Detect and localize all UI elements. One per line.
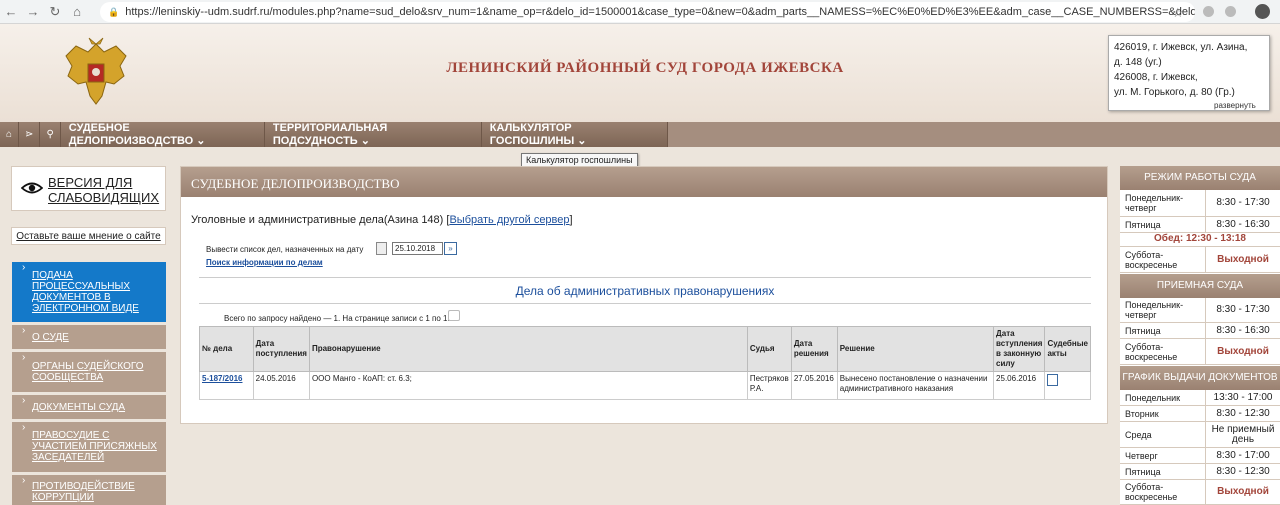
table-header-row: № дела Дата поступления Правонарушение С… — [199, 326, 1091, 372]
extension-icon[interactable] — [1203, 6, 1214, 17]
search-cases-link[interactable]: Поиск информации по делам — [206, 258, 323, 267]
nav-item-fee-calculator[interactable]: КАЛЬКУЛЯТОР ГОСПОШЛИНЫ ⌄ — [482, 122, 668, 147]
menu-item-electronic-filing[interactable]: › ПОДАЧА ПРОЦЕССУАЛЬНЫХ ДОКУМЕНТОВ В ЭЛЕК… — [12, 262, 166, 322]
address-line: 426019, г. Ижевск, ул. Азина, — [1114, 42, 1248, 53]
cell-judge: Пестряков Р.А. — [746, 371, 792, 400]
forward-arrow-icon[interactable]: → — [22, 0, 44, 24]
coat-of-arms-icon — [65, 37, 127, 105]
schedule-row: Пятница 8:30 - 12:30 — [1120, 464, 1280, 480]
menu-item-court-documents[interactable]: › ДОКУМЕНТЫ СУДА — [12, 395, 166, 419]
date-input[interactable]: 25.10.2018 — [392, 242, 443, 255]
chevron-right-icon: › — [22, 395, 26, 406]
results-count: Всего по запросу найдено — 1. На страниц… — [224, 314, 450, 323]
cell-decision-date: 27.05.2016 — [790, 371, 838, 400]
home-icon[interactable]: ⌂ — [0, 122, 20, 147]
work-hours-title: РЕЖИМ РАБОТЫ СУДА — [1120, 166, 1280, 190]
column-header: Судья — [746, 326, 792, 372]
cell-offense: ООО Манго - КоАП: ст. 6.3; — [308, 371, 748, 400]
cell-received-date: 24.05.2016 — [252, 371, 310, 400]
chevron-right-icon: › — [22, 352, 26, 363]
schedule-row: Среда Не приемный день — [1120, 422, 1280, 448]
section-heading: СУДЕБНОЕ ДЕЛОПРОИЗВОДСТВО — [181, 167, 1107, 197]
main-nav: ⌂ ⋗ ⚲ СУДЕБНОЕ ДЕЛОПРОИЗВОДСТВО ⌄ ТЕРРИТ… — [0, 122, 1280, 147]
court-title: ЛЕНИНСКИЙ РАЙОННЫЙ СУД ГОРОДА ИЖЕВСКА — [446, 60, 844, 76]
visually-impaired-link[interactable]: ВЕРСИЯ ДЛЯ СЛАБОВИДЯЩИХ — [48, 175, 159, 205]
profile-icon[interactable] — [1255, 4, 1270, 19]
url-text: https://leninskiy--udm.sudrf.ru/modules.… — [125, 6, 1195, 18]
feedback-link[interactable]: Оставьте ваше мнение о сайте — [11, 227, 166, 245]
schedule-row: Вторник 8:30 - 12:30 — [1120, 406, 1280, 422]
cell-effective-date: 25.06.2016 — [993, 371, 1046, 400]
calendar-icon[interactable] — [376, 242, 387, 255]
left-menu: › ПОДАЧА ПРОЦЕССУАЛЬНЫХ ДОКУМЕНТОВ В ЭЛЕК… — [12, 262, 166, 505]
address-line: ул. М. Горького, д. 80 (Гр.) — [1114, 87, 1235, 98]
cell-case-number: 5-187/2016 — [199, 371, 254, 400]
schedule-row: Суббота-воскресенье Выходной — [1120, 339, 1280, 365]
schedule-row: Понедельник-четверг 8:30 - 17:30 — [1120, 190, 1280, 217]
nav-item-jurisdiction[interactable]: ТЕРРИТОРИАЛЬНАЯ ПОДСУДНОСТЬ ⌄ — [265, 122, 482, 147]
reload-icon[interactable]: ↻ — [44, 0, 66, 24]
search-icon[interactable]: ⚲ — [40, 122, 61, 147]
chevron-right-icon: › — [22, 422, 26, 433]
divider — [199, 277, 1091, 278]
home-icon[interactable]: ⌂ — [66, 0, 88, 24]
schedule-row: Четверг 8:30 - 17:00 — [1120, 448, 1280, 464]
lock-icon: 🔒 — [108, 6, 120, 17]
case-link[interactable]: 5-187/2016 — [202, 374, 242, 383]
column-header: Дата решения — [790, 326, 838, 372]
cases-table: № дела Дата поступления Правонарушение С… — [199, 326, 1091, 400]
cases-section-title: Дела об административных правонарушениях — [515, 284, 775, 298]
schedule-sidebar: РЕЖИМ РАБОТЫ СУДА Понедельник-четверг 8:3… — [1120, 166, 1280, 505]
print-icon[interactable] — [448, 310, 460, 321]
schedule-row: Пятница 8:30 - 16:30 — [1120, 217, 1280, 233]
column-header: № дела — [199, 326, 254, 372]
eye-icon — [21, 182, 43, 194]
change-server-link[interactable]: Выбрать другой сервер — [449, 214, 569, 226]
expand-address-link[interactable]: развернуть — [1210, 101, 1260, 110]
sitemap-icon[interactable]: ⋗ — [19, 122, 41, 147]
schedule-row: Понедельник 13:30 - 17:00 — [1120, 390, 1280, 406]
main-content: СУДЕБНОЕ ДЕЛОПРОИЗВОДСТВО Уголовные и ад… — [180, 166, 1108, 424]
back-arrow-icon[interactable]: ← — [0, 0, 22, 24]
column-header: Судебные акты — [1044, 326, 1091, 372]
chevron-right-icon: › — [22, 325, 26, 336]
column-header: Правонарушение — [308, 326, 748, 372]
schedule-row: Понедельник-четверг 8:30 - 17:30 — [1120, 298, 1280, 323]
table-row: 5-187/2016 24.05.2016 ООО Манго - КоАП: … — [199, 371, 1091, 400]
address-box: 426019, г. Ижевск, ул. Азина, д. 148 (уг… — [1108, 35, 1270, 111]
lunch-break: Обед: 12:30 - 13:18 — [1120, 233, 1280, 247]
chevron-right-icon: › — [22, 475, 26, 486]
cases-type-line: Уголовные и административные дела(Азина … — [191, 214, 573, 226]
nav-item-court-proceedings[interactable]: СУДЕБНОЕ ДЕЛОПРОИЗВОДСТВО ⌄ — [61, 122, 265, 147]
divider — [199, 303, 1091, 304]
visually-impaired-version[interactable]: ВЕРСИЯ ДЛЯ СЛАБОВИДЯЩИХ — [11, 166, 166, 211]
schedule-row: Суббота-воскресенье Выходной — [1120, 247, 1280, 273]
menu-item-anti-corruption[interactable]: › ПРОТИВОДЕЙСТВИЕ КОРРУПЦИИ — [12, 475, 166, 505]
documents-schedule-title: ГРАФИК ВЫДАЧИ ДОКУМЕНТОВ — [1120, 366, 1280, 390]
address-line: д. 148 (уг.) — [1114, 57, 1162, 68]
column-header: Дата вступления в законную силу — [993, 326, 1046, 372]
menu-item-about-court[interactable]: › О СУДЕ — [12, 325, 166, 349]
schedule-row: Пятница 8:30 - 16:30 — [1120, 323, 1280, 339]
menu-item-jury-trials[interactable]: › ПРАВОСУДИЕ С УЧАСТИЕМ ПРИСЯЖНЫХ ЗАСЕДАТ… — [12, 422, 166, 472]
date-filter-label: Вывести список дел, назначенных на дату — [206, 245, 364, 254]
reception-title: ПРИЕМНАЯ СУДА — [1120, 274, 1280, 298]
address-bar[interactable]: 🔒 https://leninskiy--udm.sudrf.ru/modules… — [100, 2, 1195, 22]
column-header: Дата поступления — [252, 326, 310, 372]
address-line: 426008, г. Ижевск, — [1114, 72, 1198, 83]
column-header: Решение — [836, 326, 995, 372]
schedule-row: Суббота-воскресенье Выходной — [1120, 480, 1280, 505]
cell-court-acts — [1044, 371, 1091, 400]
extension-icon[interactable] — [1225, 6, 1236, 17]
bookmark-star-icon[interactable]: ☆ — [1172, 5, 1184, 21]
chevron-right-icon: › — [22, 262, 26, 273]
submit-date-button[interactable]: » — [444, 242, 457, 255]
menu-item-judicial-bodies[interactable]: › ОРГАНЫ СУДЕЙСКОГО СООБЩЕСТВА — [12, 352, 166, 392]
cell-decision: Вынесено постановление о назначении адми… — [836, 371, 995, 400]
document-icon[interactable] — [1047, 374, 1059, 386]
